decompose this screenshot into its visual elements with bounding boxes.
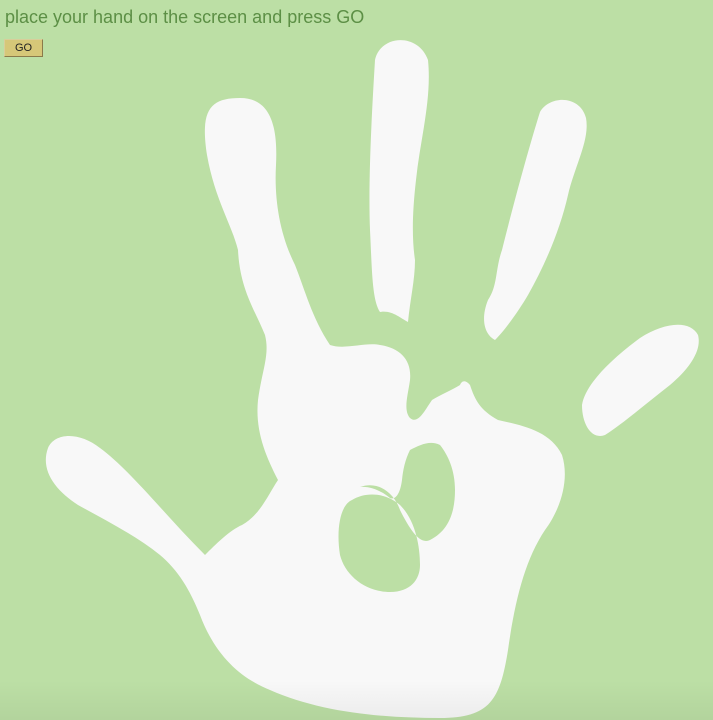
hand-pinky-finger-shape [582,324,699,436]
hand-scan-screen: place your hand on the screen and press … [0,0,713,720]
hand-print-icon [45,40,699,718]
hand-ring-finger-shape [484,99,587,340]
hand-palm-shape [45,98,565,718]
hand-print-shape [45,40,699,718]
instruction-text: place your hand on the screen and press … [5,7,365,27]
go-button[interactable]: GO [4,39,43,57]
hand-middle-finger-shape [369,40,429,323]
